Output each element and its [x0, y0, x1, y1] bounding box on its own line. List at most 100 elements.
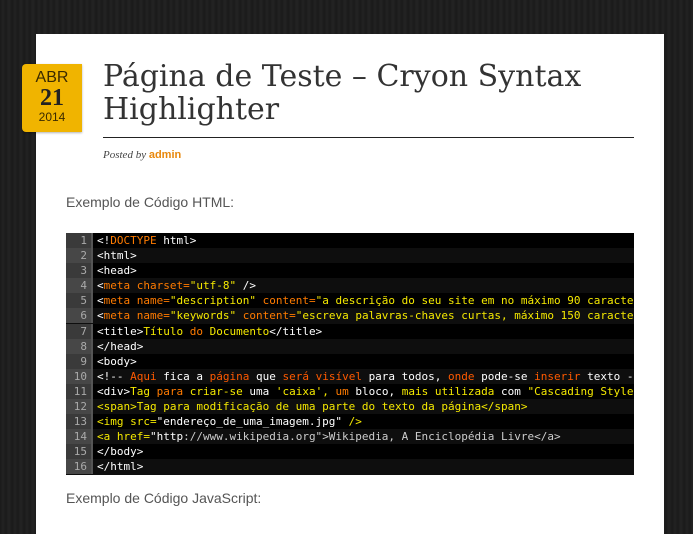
code-token: fica a [163, 369, 210, 383]
line-number: 4 [66, 278, 93, 294]
code-token: <head> [97, 264, 137, 278]
code-token: meta [103, 309, 131, 323]
line-number: 14 [66, 429, 93, 445]
code-token: name= [130, 309, 170, 323]
date-year: 2014 [38, 110, 66, 124]
code-token: pode-se [481, 369, 535, 383]
code-line: 4 <meta charset="utf-8" /> [66, 278, 634, 294]
code-token: <img src= [97, 415, 157, 429]
code-token: html> [156, 234, 197, 247]
code-token: mais utilizada [401, 384, 502, 398]
code-token: "keywords" [169, 309, 237, 323]
code-token: </html> [97, 460, 144, 474]
line-number: 8 [66, 338, 93, 354]
line-number: 11 [66, 383, 93, 399]
title-divider [103, 137, 634, 138]
code-token: para [156, 384, 190, 398]
code-token: DOCTYPE [110, 234, 157, 247]
code-token: Aqui [130, 369, 164, 383]
code-token: que [255, 369, 283, 383]
line-number: 9 [66, 353, 93, 369]
code-token: <html> [97, 249, 137, 263]
meta-prefix: Posted by [103, 149, 147, 161]
code-token: <div> [97, 384, 131, 398]
code-token: </title> [269, 324, 323, 338]
post-title[interactable]: Página de Teste – Cryon Syntax Highlight… [103, 60, 623, 126]
code-line: 9 <body> [66, 353, 634, 369]
line-number: 6 [66, 308, 93, 324]
code-line: 11 <div>Tag para criar-se uma 'caixa', um… [66, 383, 634, 399]
code-token: < [97, 294, 104, 308]
code-token: "escreva palavras-chaves curtas, máximo … [295, 309, 634, 323]
code-line: 5 <meta name="description" content="a des… [66, 293, 634, 309]
code-line: 7 <title>Título do Documento</title> [66, 323, 634, 339]
code-token: do [189, 324, 203, 338]
code-line: 8 </head> [66, 338, 634, 354]
code-token: meta [103, 294, 131, 308]
code-token: <title> [97, 324, 144, 338]
code-token: "endereço_de_uma_imagem.jpg" [156, 415, 343, 429]
post-meta: Posted by admin [103, 149, 181, 161]
date-badge: ABR 21 2014 [22, 64, 82, 132]
code-token: name= [130, 294, 170, 308]
code-token: Título [143, 324, 190, 338]
code-token: <a href= [97, 430, 150, 444]
code-token: <span>Tag para modificação de uma parte … [97, 400, 528, 414]
code-line: 6 <meta name="keywords" content="escreva … [66, 308, 634, 324]
code-token: < [97, 309, 104, 323]
code-token: uma [249, 384, 276, 398]
code-token: content= [255, 294, 316, 308]
code-token: com [501, 384, 528, 398]
code-line: 1 <!DOCTYPE html> [66, 233, 634, 248]
author-link[interactable]: admin [149, 149, 181, 161]
line-number: 15 [66, 444, 93, 460]
code-token: "http [149, 430, 184, 444]
line-number: 16 [66, 459, 93, 475]
code-token: bloco, [355, 384, 402, 398]
code-line: 3 <head> [66, 263, 634, 279]
code-line: 10 <!-- Aqui fica a página que será visív… [66, 368, 634, 384]
code-token: Tag [130, 384, 157, 398]
code-token: um [335, 384, 356, 398]
code-token: meta [103, 279, 131, 293]
code-block[interactable]: 1 <!DOCTYPE html> 2 <html> 3 <head> 4 <meta cha… [66, 233, 634, 475]
code-token: será visível [282, 369, 369, 383]
code-token: < [97, 279, 104, 293]
line-number: 13 [66, 414, 93, 430]
line-number: 1 [66, 233, 93, 248]
code-token: "description" [169, 294, 256, 308]
code-token: texto --> [587, 369, 634, 383]
code-token: criar-se [189, 384, 250, 398]
code-token: "Cascading Style Sheets" [527, 384, 634, 398]
code-line: 15 </body> [66, 444, 634, 460]
code-token: 'caixa', [275, 384, 336, 398]
js-example-label: Exemplo de Código JavaScript: [66, 490, 262, 506]
code-token: <body> [97, 354, 137, 368]
code-token: "utf-8" [189, 279, 237, 293]
date-month: ABR [35, 69, 69, 86]
code-token: <!-- [97, 369, 131, 383]
code-token: página [209, 369, 256, 383]
code-line: 14 <a href="http://www.wikipedia.org">Wik… [66, 429, 634, 445]
code-token: ://www.wikipedia.org" [183, 430, 323, 444]
date-day: 21 [40, 85, 64, 111]
code-line: 16 </html> [66, 459, 634, 475]
code-token: </body> [97, 445, 144, 459]
code-token: >Wikipedia, A Enciclopédia Livre</a> [322, 430, 561, 444]
line-number: 3 [66, 263, 93, 279]
code-token: Documento [202, 324, 270, 338]
code-token: charset= [130, 279, 190, 293]
line-number: 10 [66, 368, 93, 384]
code-token: content= [236, 309, 296, 323]
code-token: <! [97, 234, 111, 247]
line-number: 7 [66, 323, 93, 339]
code-token: para todos, [368, 369, 449, 383]
code-token: "a descrição do seu site em no máximo 90… [315, 294, 634, 308]
line-number: 12 [66, 399, 93, 415]
code-token: </head> [97, 339, 144, 353]
code-line: 12 <span>Tag para modificação de uma part… [66, 399, 634, 415]
code-token: /> [236, 279, 256, 293]
code-line: 2 <html> [66, 248, 634, 264]
html-example-label: Exemplo de Código HTML: [66, 194, 235, 210]
code-token: inserir [534, 369, 588, 383]
